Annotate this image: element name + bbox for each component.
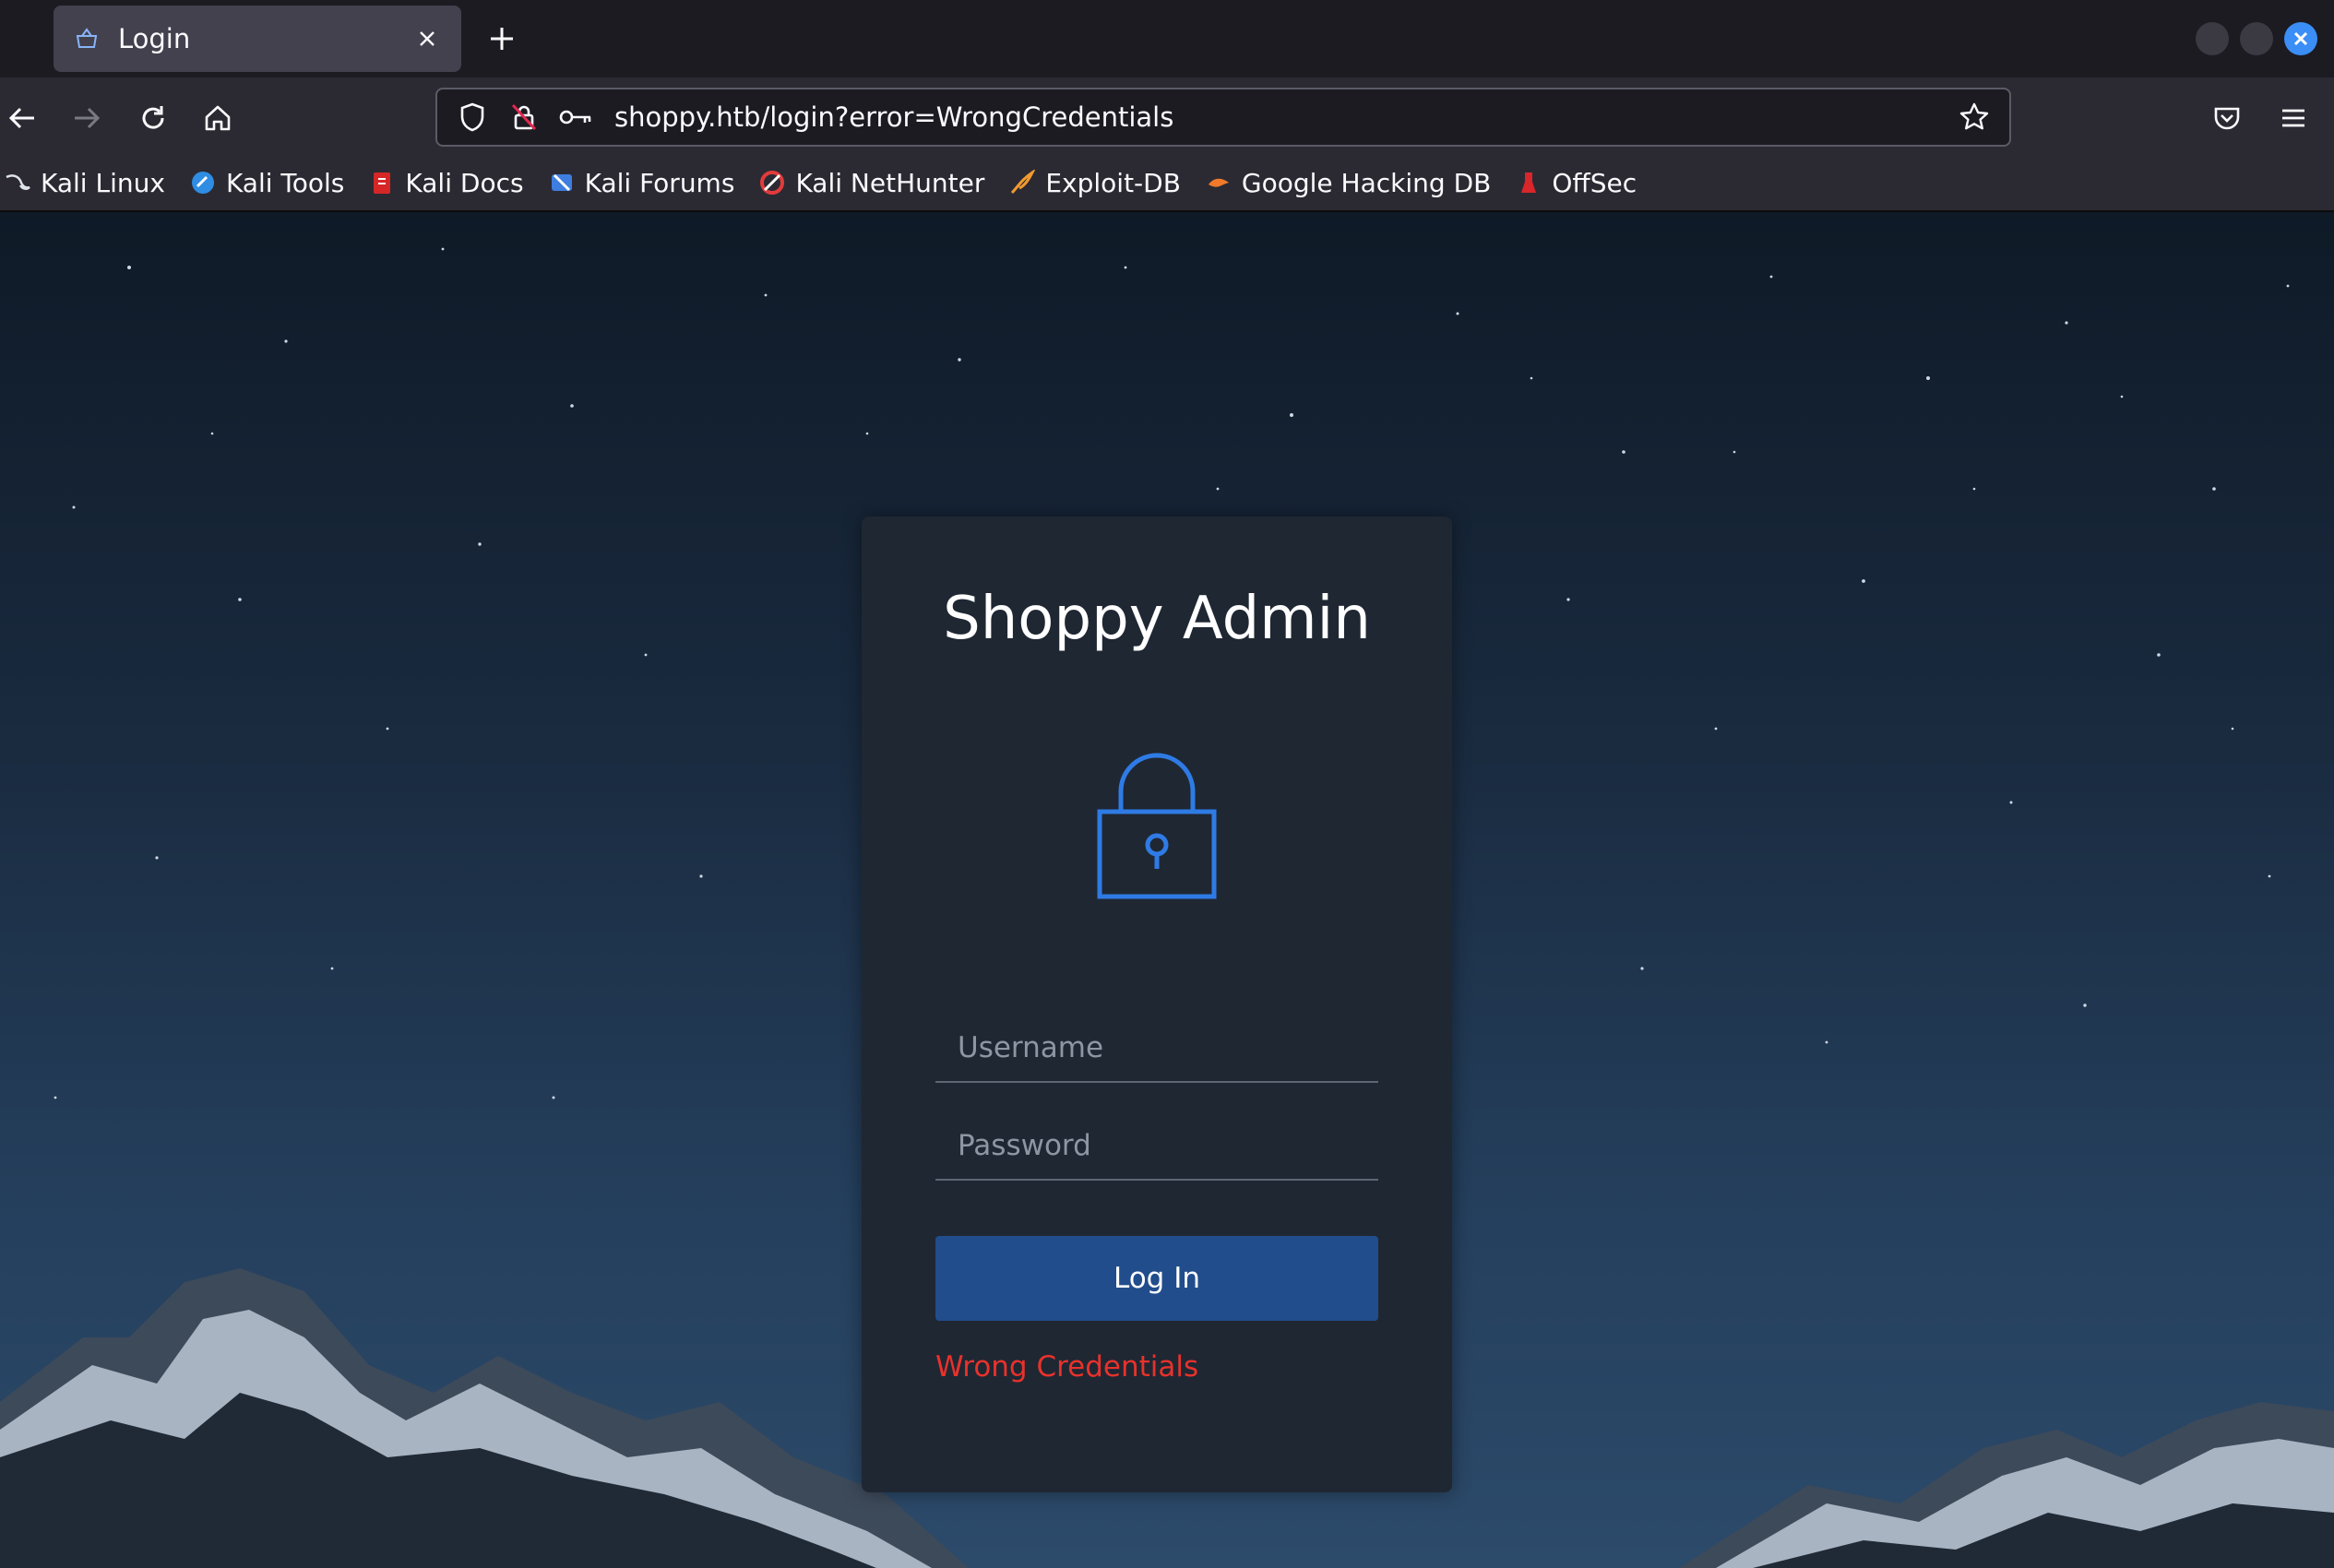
- menu-icon[interactable]: [2271, 96, 2316, 140]
- offsec-icon: [1515, 169, 1542, 196]
- bookmark-label: Kali Tools: [225, 167, 345, 198]
- bookmark-label: OffSec: [1552, 167, 1637, 198]
- back-button[interactable]: [0, 96, 44, 140]
- password-field[interactable]: [935, 1112, 1378, 1181]
- username-input[interactable]: [935, 1015, 1378, 1081]
- password-input[interactable]: [935, 1112, 1378, 1179]
- reload-button[interactable]: [131, 96, 175, 140]
- kali-docs-icon: [368, 169, 396, 196]
- kali-tools-icon: [189, 169, 217, 196]
- bookmark-offsec[interactable]: OffSec: [1515, 168, 1637, 198]
- bookmarks-toolbar: Kali Linux Kali Tools Kali Docs Kali For…: [0, 155, 2334, 212]
- key-icon[interactable]: [555, 97, 596, 137]
- bookmark-kali-tools[interactable]: Kali Tools: [189, 168, 344, 198]
- tab-strip: Login: [0, 0, 2334, 77]
- bookmark-label: Kali Linux: [41, 167, 165, 198]
- kali-forums-icon: [548, 169, 576, 196]
- bookmark-star-icon[interactable]: [1952, 95, 1996, 139]
- kali-dragon-icon: [4, 169, 31, 196]
- bookmark-label: Kali Forums: [584, 167, 735, 198]
- close-tab-icon[interactable]: [413, 25, 441, 53]
- username-field[interactable]: [935, 1015, 1378, 1083]
- error-message: Wrong Credentials: [935, 1350, 1199, 1384]
- bookmark-label: Kali NetHunter: [795, 167, 985, 198]
- shield-icon[interactable]: [452, 97, 493, 137]
- nethunter-icon: [758, 169, 786, 196]
- new-tab-button[interactable]: [480, 17, 524, 61]
- tab-login[interactable]: Login: [54, 6, 461, 72]
- lock-icon: [1097, 753, 1217, 899]
- bookmark-google-hacking-db[interactable]: Google Hacking DB: [1205, 168, 1491, 198]
- ghdb-icon: [1205, 169, 1232, 196]
- url-text[interactable]: shoppy.htb/login?error=WrongCredentials: [614, 101, 1952, 133]
- home-button[interactable]: [196, 96, 240, 140]
- bookmark-kali-forums[interactable]: Kali Forums: [548, 167, 735, 198]
- basket-icon: [74, 25, 101, 53]
- close-window-button[interactable]: [2284, 22, 2317, 55]
- forward-button[interactable]: [65, 96, 109, 140]
- page-viewport: Shoppy Admin Log In Wrong Credentials: [0, 212, 2334, 1568]
- url-bar[interactable]: shoppy.htb/login?error=WrongCredentials: [435, 88, 2011, 147]
- tab-title: Login: [118, 23, 191, 54]
- login-button[interactable]: Log In: [935, 1236, 1378, 1321]
- bookmark-kali-linux[interactable]: Kali Linux: [4, 168, 165, 198]
- bookmark-label: Exploit-DB: [1045, 167, 1181, 198]
- login-card: Shoppy Admin Log In Wrong Credentials: [862, 517, 1452, 1492]
- minimize-button[interactable]: [2196, 22, 2229, 55]
- bookmark-label: Kali Docs: [405, 167, 524, 198]
- page-title: Shoppy Admin: [943, 585, 1371, 653]
- bookmark-label: Google Hacking DB: [1241, 167, 1492, 198]
- insecure-lock-icon[interactable]: [504, 97, 544, 137]
- maximize-button[interactable]: [2240, 22, 2273, 55]
- bookmark-exploit-db[interactable]: Exploit-DB: [1008, 168, 1181, 198]
- pocket-icon[interactable]: [2205, 96, 2249, 140]
- exploit-db-icon: [1008, 169, 1036, 196]
- bookmark-kali-docs[interactable]: Kali Docs: [368, 167, 524, 198]
- bookmark-kali-nethunter[interactable]: Kali NetHunter: [758, 168, 984, 198]
